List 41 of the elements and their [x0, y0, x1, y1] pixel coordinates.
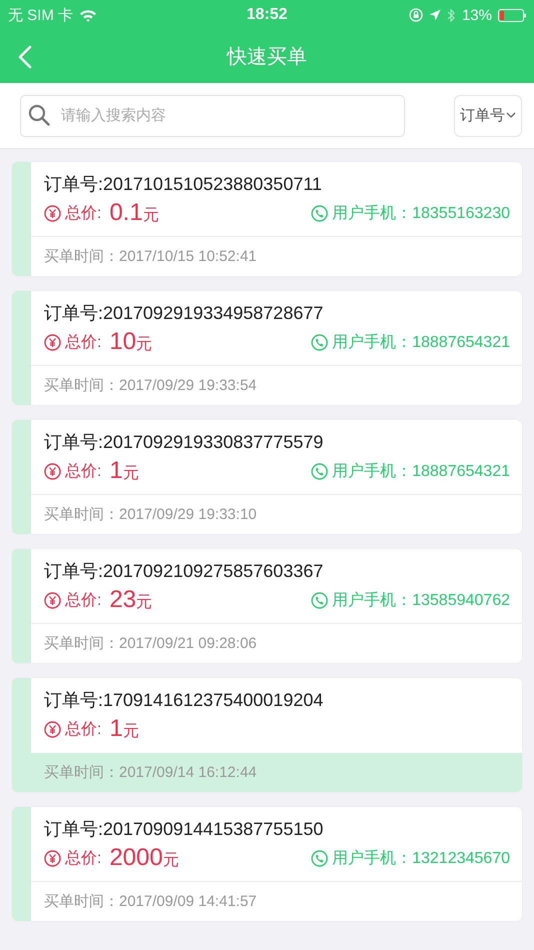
price-label: 总价:: [65, 462, 102, 482]
order-time: 买单时间：2017/09/29 19:33:10: [44, 505, 257, 524]
order-time: 买单时间：2017/09/21 09:28:06: [44, 634, 257, 653]
filter-dropdown[interactable]: 订单号: [454, 94, 522, 136]
battery-percent: 13%: [462, 6, 492, 24]
price-value: 1元: [109, 715, 139, 743]
price-label: 总价:: [65, 720, 102, 740]
phone-number: 用户手机：13212345670: [332, 848, 510, 868]
order-number: 订单号:2017092919334958728677: [44, 302, 324, 325]
price-label: 总价:: [65, 848, 102, 868]
order-card[interactable]: 订单号:2017092919334958728677 总价: 10元 用户手机：18887654321 买单时间：2017/09/29 19:33:54: [12, 291, 522, 405]
price-label: 总价:: [65, 332, 102, 352]
phone-number: 用户手机：13585940762: [332, 590, 510, 610]
order-number: 订单号:2017090914415387755150: [44, 818, 324, 841]
page-title: 快速买单: [227, 45, 307, 70]
search-field[interactable]: 请输入搜索内容: [20, 94, 405, 136]
phone-number: 用户手机：18355163230: [332, 204, 510, 224]
order-number: 订单号:2017101510523880350711: [44, 173, 323, 196]
order-card[interactable]: 订单号:2017090914415387755150 总价: 2000元 用户手机：13212345670 买单时间：2017/09/09 14:41:57: [12, 807, 522, 921]
order-card[interactable]: 订单号:2017092109275857603367 总价: 23元 用户手机：13585940762 买单时间：2017/09/21 09:28:06: [12, 549, 522, 663]
price-value: 23元: [109, 586, 152, 614]
clock-text: 18:52: [246, 6, 288, 24]
order-time: 买单时间：2017/09/14 16:12:44: [44, 763, 257, 782]
order-time: 买单时间：2017/10/15 10:52:41: [44, 247, 257, 266]
order-number: 订单号:2017092109275857603367: [44, 560, 324, 583]
price-value: 10元: [109, 328, 152, 356]
order-number: 订单号:2017092919330837775579: [44, 431, 324, 454]
price-value: 0.1元: [109, 199, 159, 227]
order-card[interactable]: 订单号:2017092919330837775579 总价: 1元 用户手机：18887654321 买单时间：2017/09/29 19:33:10: [12, 420, 522, 534]
order-number: 订单号:1709141612375400019204: [44, 689, 324, 712]
order-card[interactable]: 订单号:2017101510523880350711 总价: 0.1元 用户手机：18355163230 买单时间：2017/10/15 10:52:41: [12, 162, 522, 276]
carrier-text: 无 SIM 卡: [8, 6, 74, 24]
price-value: 1元: [109, 457, 139, 485]
price-value: 2000元: [109, 844, 179, 872]
order-time: 买单时间：2017/09/09 14:41:57: [44, 892, 257, 911]
phone-number: 用户手机：18887654321: [332, 332, 510, 352]
order-time: 买单时间：2017/09/29 19:33:54: [44, 376, 257, 395]
phone-number: 用户手机：18887654321: [332, 462, 510, 482]
price-label: 总价:: [65, 204, 102, 224]
order-card[interactable]: 订单号:1709141612375400019204 总价: 1元 买单时间：2017/09/14 16:12:44: [12, 678, 522, 792]
price-label: 总价:: [65, 590, 102, 610]
